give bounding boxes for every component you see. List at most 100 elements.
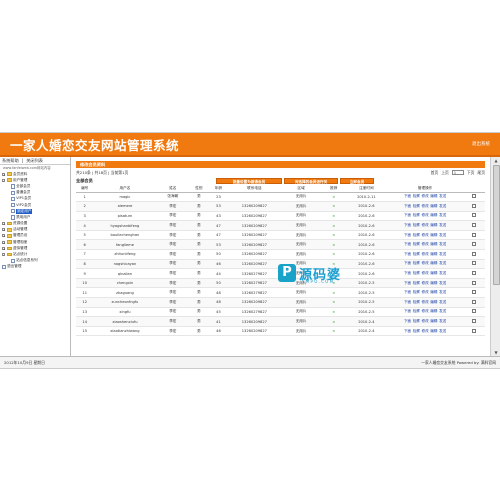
row-action-link[interactable]: 下面 — [404, 233, 411, 237]
exit-link[interactable]: 退出系统 — [472, 141, 490, 147]
row-action-link[interactable]: 下面 — [404, 271, 411, 275]
row-checkbox[interactable] — [472, 299, 477, 304]
row-action-link[interactable]: 检察 — [413, 261, 420, 265]
row-action-link[interactable]: 下面 — [404, 194, 411, 198]
row-action-link[interactable]: 检察 — [413, 319, 420, 323]
row-checkbox[interactable] — [472, 290, 477, 295]
collapse-icon[interactable]: - — [2, 253, 5, 257]
row-action-link[interactable]: 编辑 — [430, 204, 437, 208]
row-action-link[interactable]: 修改 — [422, 223, 429, 227]
vertical-scrollbar[interactable]: ▲ ▼ — [490, 157, 500, 356]
row-action-link[interactable]: 发送 — [439, 223, 446, 227]
row-action-link[interactable]: 检察 — [413, 300, 420, 304]
scroll-up-icon[interactable]: ▲ — [491, 157, 500, 164]
row-action-link[interactable]: 下面 — [404, 329, 411, 333]
row-action-link[interactable]: 修改 — [422, 309, 429, 313]
row-action-link[interactable]: 发送 — [439, 233, 446, 237]
row-action-link[interactable]: 编辑 — [430, 281, 437, 285]
row-checkbox[interactable] — [472, 271, 477, 276]
row-action-link[interactable]: 修改 — [422, 271, 429, 275]
row-action-link[interactable]: 编辑 — [430, 233, 437, 237]
row-checkbox[interactable] — [472, 328, 477, 333]
row-action-link[interactable]: 修改 — [422, 233, 429, 237]
row-action-link[interactable]: 编辑 — [430, 300, 437, 304]
row-action-link[interactable]: 修改 — [422, 300, 429, 304]
row-checkbox[interactable] — [472, 280, 477, 285]
row-action-link[interactable]: 修改 — [422, 319, 429, 323]
row-action-link[interactable]: 下面 — [404, 290, 411, 294]
row-action-link[interactable]: 检察 — [413, 271, 420, 275]
row-action-link[interactable]: 发送 — [439, 319, 446, 323]
row-action-link[interactable]: 编辑 — [430, 319, 437, 323]
row-action-link[interactable]: 修改 — [422, 329, 429, 333]
row-action-link[interactable]: 编辑 — [430, 290, 437, 294]
row-action-link[interactable]: 下面 — [404, 300, 411, 304]
tab-close-list[interactable]: 关闭列表 — [26, 158, 43, 164]
row-action-link[interactable]: 修改 — [422, 213, 429, 217]
row-action-link[interactable]: 下面 — [404, 281, 411, 285]
row-checkbox[interactable] — [472, 319, 477, 324]
row-checkbox[interactable] — [472, 261, 477, 266]
expand-icon[interactable]: + — [2, 234, 6, 238]
expand-icon[interactable]: + — [2, 222, 6, 226]
set-normal-button[interactable]: 批量设置为普通会员 — [216, 177, 282, 185]
row-action-link[interactable]: 检察 — [413, 329, 420, 333]
row-action-link[interactable]: 检察 — [413, 242, 420, 246]
row-action-link[interactable]: 编辑 — [430, 271, 437, 275]
collapse-icon[interactable]: - — [2, 178, 5, 182]
row-action-link[interactable]: 发送 — [439, 281, 446, 285]
page-select[interactable]: 1 — [451, 170, 464, 175]
row-action-link[interactable]: 修改 — [422, 290, 429, 294]
row-action-link[interactable]: 编辑 — [430, 194, 437, 198]
row-action-link[interactable]: 编辑 — [430, 309, 437, 313]
expand-icon[interactable]: + — [2, 228, 6, 232]
row-action-link[interactable]: 编辑 — [430, 242, 437, 246]
row-action-link[interactable]: 发送 — [439, 242, 446, 246]
row-action-link[interactable]: 下面 — [404, 204, 411, 208]
row-action-link[interactable]: 发送 — [439, 329, 446, 333]
row-action-link[interactable]: 发送 — [439, 261, 446, 265]
first-page-link[interactable]: 首页 — [431, 170, 439, 176]
row-action-link[interactable]: 检察 — [413, 252, 420, 256]
row-checkbox[interactable] — [472, 242, 477, 247]
row-action-link[interactable]: 编辑 — [430, 223, 437, 227]
row-checkbox[interactable] — [472, 223, 477, 228]
row-action-link[interactable]: 检察 — [413, 194, 420, 198]
row-action-link[interactable]: 编辑 — [430, 261, 437, 265]
row-action-link[interactable]: 检察 — [413, 223, 420, 227]
row-action-link[interactable]: 发送 — [439, 213, 446, 217]
row-action-link[interactable]: 编辑 — [430, 329, 437, 333]
row-action-link[interactable]: 检察 — [413, 213, 420, 217]
row-checkbox[interactable] — [472, 251, 477, 256]
row-action-link[interactable]: 检察 — [413, 204, 420, 208]
tab-system-help[interactable]: 系统帮助 — [2, 158, 19, 164]
row-checkbox[interactable] — [472, 309, 477, 314]
row-action-link[interactable]: 发送 — [439, 290, 446, 294]
row-action-link[interactable]: 修改 — [422, 194, 429, 198]
row-action-link[interactable]: 下面 — [404, 319, 411, 323]
expand-icon[interactable]: + — [2, 240, 6, 244]
row-checkbox[interactable] — [472, 232, 477, 237]
row-action-link[interactable]: 发送 — [439, 300, 446, 304]
row-action-link[interactable]: 下面 — [404, 252, 411, 256]
row-action-link[interactable]: 下面 — [404, 242, 411, 246]
row-action-link[interactable]: 下面 — [404, 213, 411, 217]
row-action-link[interactable]: 发送 — [439, 309, 446, 313]
row-action-link[interactable]: 发送 — [439, 204, 446, 208]
row-action-link[interactable]: 检察 — [413, 309, 420, 313]
next-page-link[interactable]: 下页 — [467, 170, 475, 176]
row-action-link[interactable]: 修改 — [422, 242, 429, 246]
row-action-link[interactable]: 编辑 — [430, 252, 437, 256]
expand-icon[interactable]: + — [2, 172, 6, 176]
row-checkbox[interactable] — [472, 203, 477, 208]
row-action-link[interactable]: 修改 — [422, 204, 429, 208]
row-action-link[interactable]: 下面 — [404, 261, 411, 265]
vip-button[interactable]: 立即会员 — [340, 177, 374, 185]
row-action-link[interactable]: 发送 — [439, 271, 446, 275]
row-action-link[interactable]: 下面 — [404, 223, 411, 227]
row-action-link[interactable]: 检察 — [413, 281, 420, 285]
row-action-link[interactable]: 修改 — [422, 252, 429, 256]
tree-item[interactable]: 退出管理 — [0, 264, 70, 270]
row-action-link[interactable]: 下面 — [404, 309, 411, 313]
scroll-thumb[interactable] — [492, 165, 500, 285]
